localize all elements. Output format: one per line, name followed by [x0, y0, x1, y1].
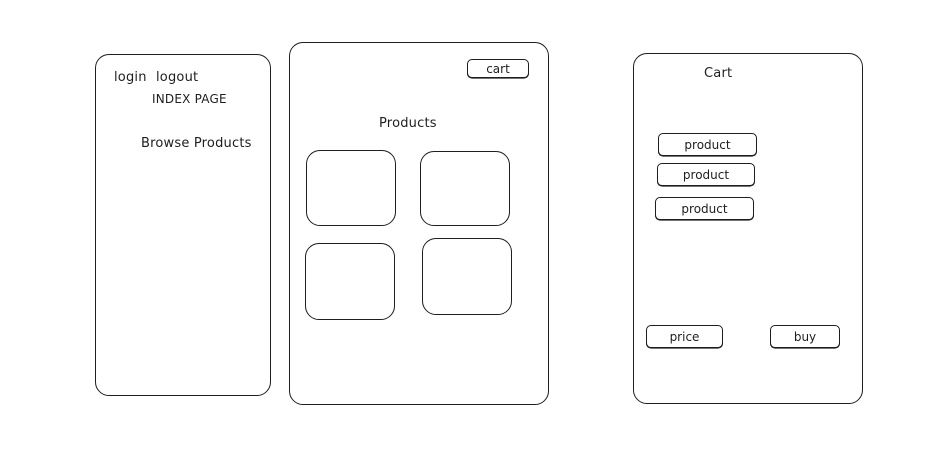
cart-item-product[interactable]: product — [657, 163, 755, 186]
cart-item-product[interactable]: product — [658, 133, 757, 156]
cart-title: Cart — [704, 66, 733, 81]
product-tile[interactable] — [306, 150, 396, 226]
logout-link[interactable]: logout — [156, 71, 198, 84]
buy-button[interactable]: buy — [770, 325, 840, 348]
browse-products-link[interactable]: Browse Products — [141, 137, 252, 150]
product-tile[interactable] — [305, 243, 395, 320]
cart-item-product[interactable]: product — [655, 197, 754, 220]
products-page-screen: cart Products — [289, 42, 549, 405]
products-title: Products — [379, 116, 437, 131]
index-page-screen: login logout INDEX PAGE Browse Products — [95, 54, 271, 396]
cart-page-screen: Cart product product product price buy — [633, 53, 863, 404]
product-tile[interactable] — [420, 151, 510, 226]
product-tile[interactable] — [422, 238, 512, 315]
index-page-title: INDEX PAGE — [152, 92, 227, 106]
price-button[interactable]: price — [646, 325, 723, 348]
login-link[interactable]: login — [114, 71, 147, 84]
cart-button[interactable]: cart — [467, 59, 529, 78]
